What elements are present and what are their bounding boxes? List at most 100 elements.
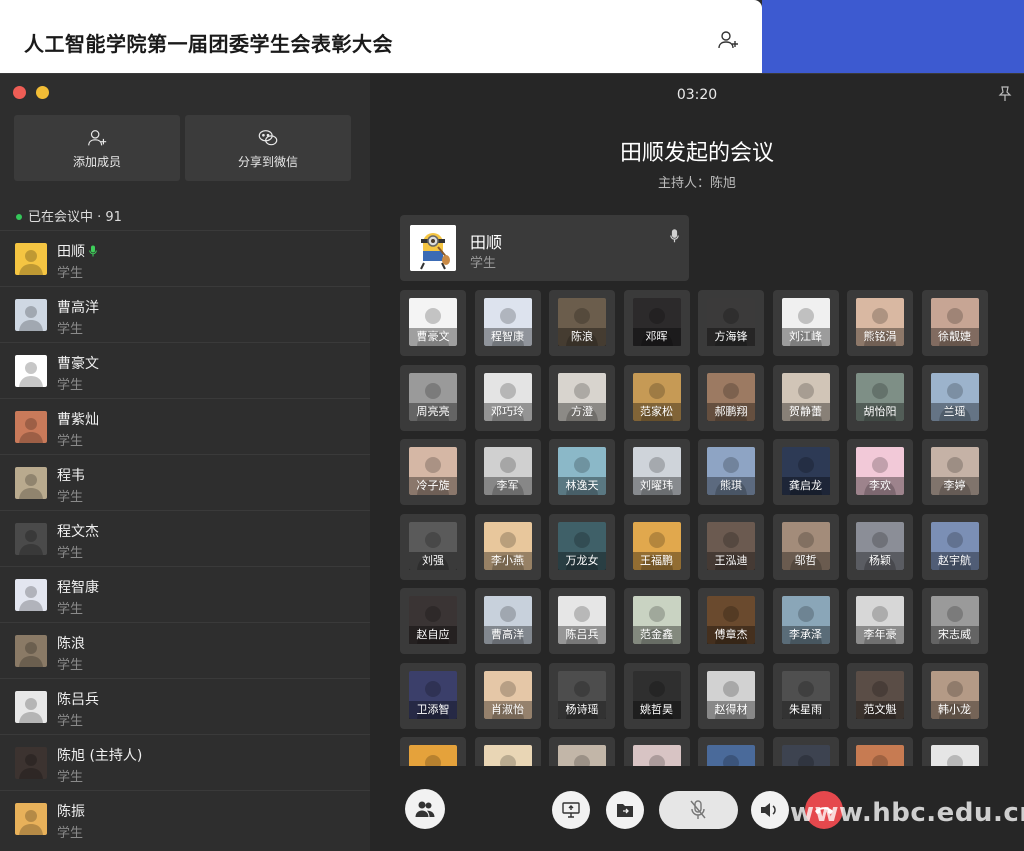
participant-name: 冷子旋 [409, 477, 457, 495]
participant-tile[interactable]: 曹豪文 [400, 290, 466, 356]
participant-tile[interactable]: 龚启龙 [772, 439, 839, 505]
participant-tile[interactable] [623, 737, 690, 766]
screen-share-icon [562, 802, 580, 818]
window-minimize-button[interactable] [36, 86, 49, 99]
participant-tile[interactable]: 李欢 [847, 439, 913, 505]
participant-tile[interactable] [847, 737, 913, 766]
participant-name: 曹高洋 [483, 626, 532, 644]
participant-name: 林逸天 [558, 477, 606, 495]
member-list-item[interactable]: 田顺 学生 [0, 230, 370, 286]
participant-tile[interactable]: 王福鹏 [623, 513, 690, 580]
participant-tile[interactable]: 刘曜玮 [623, 439, 690, 505]
participant-tile[interactable]: 徐靓婕 [921, 290, 988, 356]
participant-tile[interactable]: 李小燕 [474, 513, 541, 580]
active-speaker-card[interactable]: 田顺 学生 [400, 215, 689, 281]
participant-tile[interactable]: 范家松 [623, 364, 690, 431]
participant-name: 刘曜玮 [632, 477, 681, 495]
participant-tile[interactable]: 邬哲 [772, 513, 839, 580]
participant-tile[interactable] [698, 737, 764, 766]
participant-tile[interactable]: 陈吕兵 [549, 588, 615, 654]
participant-tile[interactable]: 范文魁 [847, 662, 913, 729]
participant-tile[interactable]: 宋志威 [921, 588, 988, 654]
participant-tile[interactable]: 李军 [474, 439, 541, 505]
participant-tile[interactable]: 万龙女 [549, 513, 615, 580]
member-list-item[interactable]: 曹高洋 学生 [0, 286, 370, 342]
file-share-button[interactable] [606, 791, 644, 829]
share-wechat-button[interactable]: 分享到微信 [185, 115, 351, 181]
participant-name: 杨颖 [856, 551, 904, 570]
member-list-item[interactable]: 程韦 学生 [0, 454, 370, 510]
member-list-item[interactable]: 曹豪文 学生 [0, 342, 370, 398]
participant-name: 周亮亮 [409, 402, 457, 421]
participant-tile[interactable]: 刘江峰 [772, 290, 839, 356]
participant-tile[interactable]: 杨诗瑶 [549, 662, 615, 729]
avatar [409, 745, 457, 766]
participant-tile[interactable]: 杨颖 [847, 513, 913, 580]
participant-tile[interactable]: 赵得材 [698, 662, 764, 729]
participant-tile[interactable] [474, 737, 541, 766]
avatar [930, 745, 979, 766]
member-name-text: 陈旭 (主持人) [57, 748, 143, 764]
background-page-header: 人工智能学院第一届团委学生会表彰大会 [0, 0, 762, 73]
participant-tile[interactable]: 傅章杰 [698, 588, 764, 654]
participant-tile[interactable]: 方海锋 [698, 290, 764, 356]
participant-tile[interactable]: 郝鹏翔 [698, 364, 764, 431]
participant-tile[interactable]: 王泓迪 [698, 513, 764, 580]
member-list[interactable]: 田顺 学生 曹高洋 学生 曹豪文 学生 曹紫灿 学生 程韦 学生 程文杰 学生 程智康 学生 陈浪 学生 陈吕兵… [0, 230, 370, 846]
participant-tile[interactable]: 朱星雨 [772, 662, 839, 729]
participant-tile[interactable]: 肖淑怡 [474, 662, 541, 729]
participant-tile[interactable] [400, 737, 466, 766]
participant-tile[interactable]: 周亮亮 [400, 364, 466, 431]
participant-name: 方澄 [558, 402, 606, 421]
participant-tile[interactable]: 李婷 [921, 439, 988, 505]
participant-tile[interactable]: 李承泽 [772, 588, 839, 654]
participant-tile[interactable]: 韩小龙 [921, 662, 988, 729]
add-user-icon[interactable] [716, 28, 740, 52]
member-list-item[interactable]: 陈浪 学生 [0, 622, 370, 678]
participant-tile[interactable] [549, 737, 615, 766]
window-close-button[interactable] [13, 86, 26, 99]
participant-name: 肖淑怡 [483, 700, 532, 719]
member-list-item[interactable]: 陈吕兵 学生 [0, 678, 370, 734]
participant-tile[interactable]: 姚哲昊 [623, 662, 690, 729]
participant-tile[interactable]: 曹高洋 [474, 588, 541, 654]
participant-tile[interactable]: 邓晖 [623, 290, 690, 356]
member-role: 学生 [57, 546, 84, 561]
member-list-item[interactable]: 陈旭 (主持人) 学生 [0, 734, 370, 790]
member-list-item[interactable]: 程智康 学生 [0, 566, 370, 622]
participant-tile[interactable]: 胡怡阳 [847, 364, 913, 431]
pin-icon[interactable] [998, 86, 1012, 102]
participant-grid[interactable]: 曹豪文 程智康 陈浪 邓晖 方海锋 刘江峰 熊铭涓 徐靓婕周亮亮 邓巧玲 方澄 范家松 郝鹏翔 贺静蕾 胡… [400, 290, 990, 766]
participant-tile[interactable]: 方澄 [549, 364, 615, 431]
participant-tile[interactable]: 贺静蕾 [772, 364, 839, 431]
screen-share-button[interactable] [552, 791, 590, 829]
add-member-button[interactable]: 添加成员 [14, 115, 180, 181]
participant-tile[interactable]: 林逸天 [549, 439, 615, 505]
participant-tile[interactable]: 冷子旋 [400, 439, 466, 505]
participant-tile[interactable]: 赵自应 [400, 588, 466, 654]
speaker-button[interactable] [751, 791, 789, 829]
participant-tile[interactable]: 卫添智 [400, 662, 466, 729]
member-list-item[interactable]: 曹紫灿 学生 [0, 398, 370, 454]
participant-tile[interactable]: 范金鑫 [623, 588, 690, 654]
participant-tile[interactable]: 刘强 [400, 513, 466, 580]
participant-tile[interactable]: 李年豪 [847, 588, 913, 654]
member-name: 田顺 [57, 241, 97, 261]
member-role: 学生 [57, 658, 84, 673]
member-list-item[interactable]: 程文杰 学生 [0, 510, 370, 566]
members-button[interactable] [405, 789, 445, 829]
participant-tile[interactable]: 陈浪 [549, 290, 615, 356]
participant-tile[interactable] [772, 737, 839, 766]
participant-tile[interactable] [921, 737, 988, 766]
participant-tile[interactable]: 邓巧玲 [474, 364, 541, 431]
wechat-icon [258, 130, 278, 146]
participant-tile[interactable]: 赵宇航 [921, 513, 988, 580]
participant-tile[interactable]: 熊铭涓 [847, 290, 913, 356]
participant-tile[interactable]: 兰瑶 [921, 364, 988, 431]
participant-tile[interactable]: 熊琪 [698, 439, 764, 505]
participant-tile[interactable]: 程智康 [474, 290, 541, 356]
file-share-icon [617, 804, 633, 817]
member-list-item[interactable]: 陈振 学生 [0, 790, 370, 846]
share-wechat-label: 分享到微信 [237, 155, 298, 169]
mute-button[interactable] [659, 791, 738, 829]
